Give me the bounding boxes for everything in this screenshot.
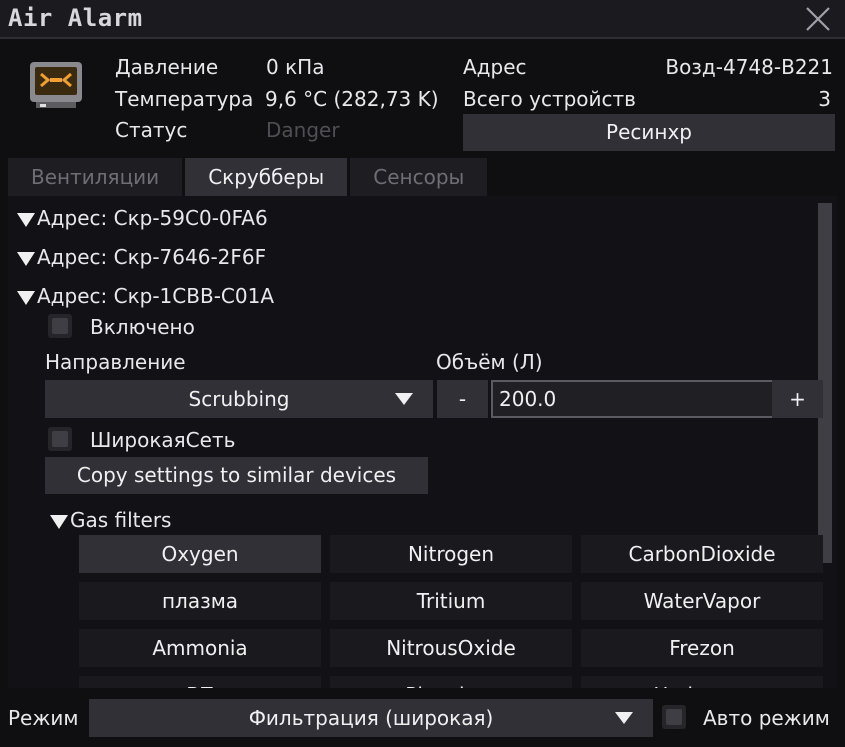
status-value: Danger: [266, 118, 340, 142]
tab-bar: Вентиляции Скрубберы Сенсоры: [8, 158, 490, 196]
device-row-3[interactable]: Адрес: Скр-1CBB-C01A: [17, 284, 274, 308]
enabled-label: Включено: [90, 315, 195, 339]
gas-filter-button[interactable]: CarbonDioxide: [581, 535, 823, 573]
mode-value: Фильтрация (широкая): [248, 706, 494, 730]
close-icon[interactable]: [805, 6, 831, 32]
status-label: Статус: [115, 118, 188, 142]
copy-settings-button[interactable]: Copy settings to similar devices: [45, 457, 428, 494]
volume-label: Объём (Л): [436, 350, 543, 374]
gas-filter-button[interactable]: Ammonia: [79, 629, 321, 667]
widenet-checkbox[interactable]: [48, 427, 72, 451]
device-label: Адрес: Скр-1CBB-C01A: [37, 284, 275, 308]
gas-filters-header[interactable]: Gas filters: [50, 508, 171, 532]
gas-filter-button[interactable]: Pluoxium: [330, 676, 572, 688]
widenet-label: ШирокаяСеть: [90, 428, 236, 452]
device-row-1[interactable]: Адрес: Скр-59C0-0FA6: [17, 206, 268, 230]
gas-filters-label: Gas filters: [70, 508, 172, 532]
gas-filter-button[interactable]: Frezon: [581, 629, 823, 667]
mode-label: Режим: [8, 706, 79, 730]
expand-triangle-icon: [17, 251, 35, 266]
gas-filter-button[interactable]: Tritium: [330, 582, 572, 620]
direction-label: Направление: [45, 350, 186, 374]
volume-increase-button[interactable]: +: [772, 380, 823, 418]
expand-triangle-icon: [50, 514, 68, 529]
address-label: Адрес: [463, 55, 527, 79]
chevron-down-icon: [395, 393, 413, 405]
expand-triangle-icon: [17, 212, 35, 227]
pressure-value: 0 кПа: [266, 55, 325, 79]
device-label: Адрес: Скр-7646-2F6F: [37, 245, 267, 269]
volume-input[interactable]: 200.0: [491, 380, 780, 418]
chevron-down-icon: [615, 712, 633, 724]
direction-value: Scrubbing: [188, 387, 290, 411]
gas-filter-button[interactable]: Nitrogen: [330, 535, 572, 573]
gas-filter-button[interactable]: BZ: [79, 676, 321, 688]
air-alarm-icon: [28, 60, 84, 110]
mode-dropdown[interactable]: Фильтрация (широкая): [89, 699, 653, 737]
devices-value: 3: [818, 87, 831, 111]
enabled-checkbox[interactable]: [48, 314, 72, 338]
device-label: Адрес: Скр-59C0-0FA6: [37, 206, 268, 230]
gas-filter-button[interactable]: Oxygen: [79, 535, 321, 573]
device-row-2[interactable]: Адрес: Скр-7646-2F6F: [17, 245, 266, 269]
gas-filter-grid: Oxygen Nitrogen CarbonDioxide плазма Tritium…: [79, 535, 823, 688]
temperature-label: Температура: [115, 87, 254, 111]
expand-triangle-icon: [17, 290, 35, 305]
tab-sensors[interactable]: Сенсоры: [350, 158, 488, 196]
resync-button[interactable]: Ресинхр: [463, 114, 835, 151]
address-value: Возд-4748-B221: [665, 55, 833, 79]
gas-filter-button[interactable]: плазма: [79, 582, 321, 620]
devices-label: Всего устройств: [463, 87, 636, 111]
tab-scrubbers[interactable]: Скрубберы: [185, 158, 348, 196]
gas-filter-button[interactable]: Hydrogen: [581, 676, 823, 688]
volume-decrease-button[interactable]: -: [437, 380, 488, 418]
pressure-label: Давление: [115, 55, 219, 79]
gas-filter-button[interactable]: WaterVapor: [581, 582, 823, 620]
title-bar[interactable]: Air Alarm: [0, 0, 845, 39]
gas-filter-button[interactable]: NitrousOxide: [330, 629, 572, 667]
window-title: Air Alarm: [8, 4, 143, 32]
temperature-value: 9,6 °C (282,73 K): [265, 87, 439, 111]
auto-mode-checkbox[interactable]: [662, 705, 686, 729]
auto-mode-label: Авто режим: [703, 706, 830, 730]
tab-vents[interactable]: Вентиляции: [8, 158, 183, 196]
direction-dropdown[interactable]: Scrubbing: [45, 380, 433, 418]
